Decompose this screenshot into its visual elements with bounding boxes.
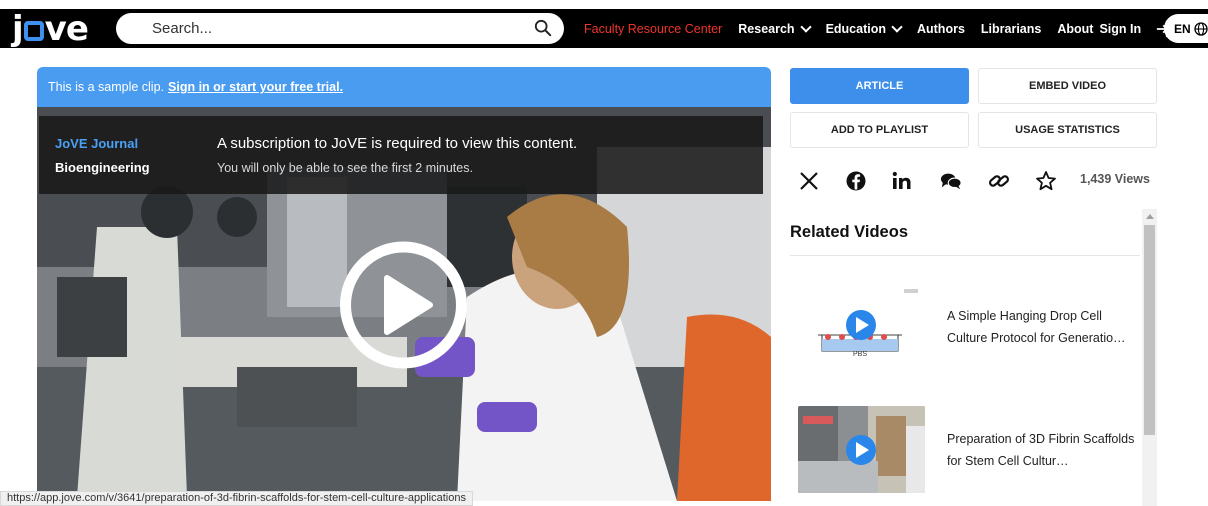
divider <box>790 255 1140 256</box>
comments-icon[interactable] <box>940 170 962 192</box>
preview-limit-text: You will only be able to see the first 2… <box>217 161 473 175</box>
chevron-down-icon <box>799 20 812 33</box>
related-scrollbar[interactable] <box>1142 209 1157 506</box>
embed-video-button[interactable]: EMBED VIDEO <box>978 68 1157 104</box>
play-button-icon[interactable] <box>332 236 475 374</box>
search-icon[interactable] <box>534 19 552 37</box>
view-count: 1,439 Views <box>1080 172 1150 186</box>
nav-about[interactable]: About <box>1057 22 1093 36</box>
star-icon[interactable] <box>1035 170 1057 192</box>
facebook-icon[interactable] <box>845 170 867 192</box>
subscription-required-text: A subscription to JoVE is required to vi… <box>217 135 578 152</box>
thumbnail-label: PBS <box>853 351 868 358</box>
jove-logo[interactable]: j ve <box>12 8 89 49</box>
nav-bar: jve Faculty Resource Center Research Edu… <box>0 8 1208 49</box>
video-panel: This is a sample clip. Sign in or start … <box>37 67 771 501</box>
logo-letter-j: j <box>12 8 24 49</box>
nav-authors[interactable]: Authors <box>917 22 965 36</box>
sample-clip-banner: This is a sample clip. Sign in or start … <box>37 67 771 107</box>
nav-education[interactable]: Education <box>825 20 903 36</box>
link-icon[interactable] <box>988 170 1010 192</box>
nav-education-label: Education <box>825 21 886 36</box>
nav-sign-in[interactable]: Sign In <box>1099 22 1141 36</box>
language-label: EN <box>1174 21 1191 36</box>
x-icon[interactable] <box>798 170 820 192</box>
nav-research[interactable]: Research <box>738 20 812 36</box>
logo-o-mark <box>23 20 44 41</box>
related-video-item[interactable]: PBS A Simple Hanging Drop Cell Culture P… <box>798 283 1143 373</box>
sample-clip-text: This is a sample clip. <box>48 80 165 94</box>
scroll-up-arrow-icon[interactable] <box>1146 214 1154 219</box>
nav-links: Faculty Resource Center Research Educati… <box>584 9 1189 48</box>
search-box <box>116 13 564 44</box>
globe-icon <box>1194 21 1208 36</box>
status-bar-url: https://app.jove.com/v/3641/preparation-… <box>0 491 473 506</box>
logo-letters-ve: ve <box>44 8 89 49</box>
top-navigation: jve Faculty Resource Center Research Edu… <box>0 0 1208 56</box>
chevron-down-icon <box>891 20 903 33</box>
add-to-playlist-button[interactable]: ADD TO PLAYLIST <box>790 112 969 148</box>
video-thumbnail[interactable] <box>798 406 925 493</box>
video-player[interactable]: JoVE Journal Bioengineering A subscripti… <box>37 107 771 501</box>
related-videos-heading: Related Videos <box>790 223 908 241</box>
search-input[interactable] <box>152 20 522 37</box>
scroll-thumb[interactable] <box>1144 225 1155 435</box>
related-video-item[interactable]: Preparation of 3D Fibrin Scaffolds for S… <box>798 406 1143 496</box>
nav-research-label: Research <box>738 21 795 36</box>
subscription-overlay: JoVE Journal Bioengineering A subscripti… <box>39 116 763 194</box>
page: jve Faculty Resource Center Research Edu… <box>0 0 1208 506</box>
section-label: Bioengineering <box>55 160 150 175</box>
nav-librarians[interactable]: Librarians <box>981 22 1041 36</box>
related-video-title[interactable]: Preparation of 3D Fibrin Scaffolds for S… <box>947 428 1139 472</box>
linkedin-icon[interactable] <box>891 170 913 192</box>
usage-statistics-button[interactable]: USAGE STATISTICS <box>978 112 1157 148</box>
related-video-title[interactable]: A Simple Hanging Drop Cell Culture Proto… <box>947 305 1139 349</box>
nav-faculty-resource-center[interactable]: Faculty Resource Center <box>584 22 722 36</box>
thumbnail-image <box>798 406 925 493</box>
article-button[interactable]: ARTICLE <box>790 68 969 104</box>
video-thumbnail[interactable]: PBS <box>798 283 925 370</box>
journal-label[interactable]: JoVE Journal <box>55 136 138 151</box>
language-selector[interactable]: EN <box>1164 14 1208 43</box>
sign-in-trial-link[interactable]: Sign in or start your free trial. <box>168 80 343 94</box>
